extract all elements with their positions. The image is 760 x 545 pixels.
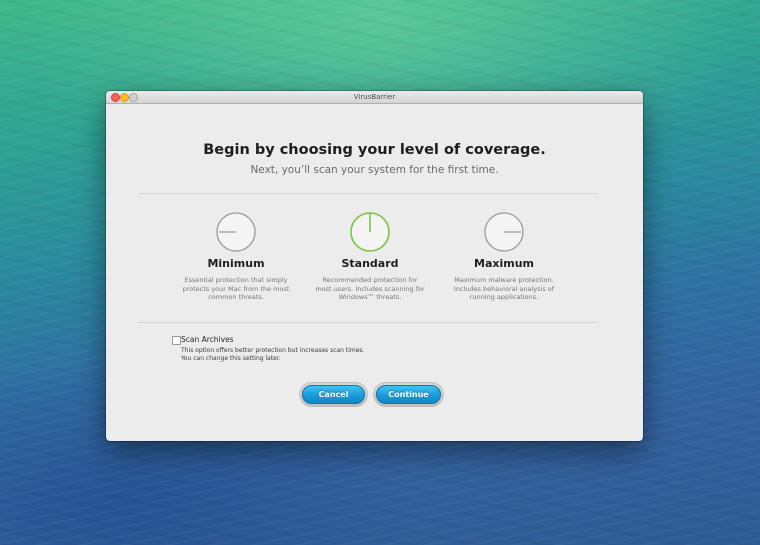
- dial-maximum-icon: [484, 212, 524, 252]
- bottom-divider: [139, 322, 598, 323]
- scan-archives-note-line2: You can change this setting later.: [181, 355, 281, 362]
- continue-button[interactable]: Continue: [376, 385, 441, 404]
- scan-archives-note: This option offers better protection but…: [181, 347, 401, 363]
- scan-archives-note-line1: This option offers better protection but…: [181, 347, 365, 354]
- coverage-option-title: Minimum: [207, 257, 265, 270]
- dial-standard-icon: [350, 212, 390, 252]
- virusbarrier-window: VirusBarrier Begin by choosing your leve…: [106, 91, 643, 441]
- window-title: VirusBarrier: [353, 93, 396, 101]
- coverage-option-maximum[interactable]: Maximum Maximum malware protection. Incl…: [434, 211, 574, 302]
- coverage-option-description: Recommended protection for most users. I…: [315, 276, 425, 301]
- coverage-option-description: Maximum malware protection. Includes beh…: [453, 276, 555, 301]
- coverage-option-minimum[interactable]: Minimum Essential protection that simply…: [166, 211, 306, 302]
- scan-archives-checkbox[interactable]: [172, 336, 181, 345]
- cancel-button[interactable]: Cancel: [302, 385, 365, 404]
- coverage-option-standard[interactable]: Standard Recommended protection for most…: [300, 211, 440, 302]
- coverage-option-description: Essential protection that simply protect…: [182, 276, 290, 301]
- top-divider: [139, 193, 598, 194]
- coverage-option-title: Standard: [341, 257, 399, 270]
- dial-minimum-icon: [216, 212, 256, 252]
- page-heading: Begin by choosing your level of coverage…: [203, 142, 546, 158]
- continue-button-bezel: Continue: [373, 382, 444, 407]
- coverage-option-title: Maximum: [474, 257, 534, 270]
- scan-archives-label[interactable]: Scan Archives: [181, 335, 234, 344]
- title-bar[interactable]: VirusBarrier: [106, 91, 643, 104]
- cancel-button-bezel: Cancel: [299, 382, 368, 407]
- page-subheading: Next, you’ll scan your system for the fi…: [250, 164, 499, 176]
